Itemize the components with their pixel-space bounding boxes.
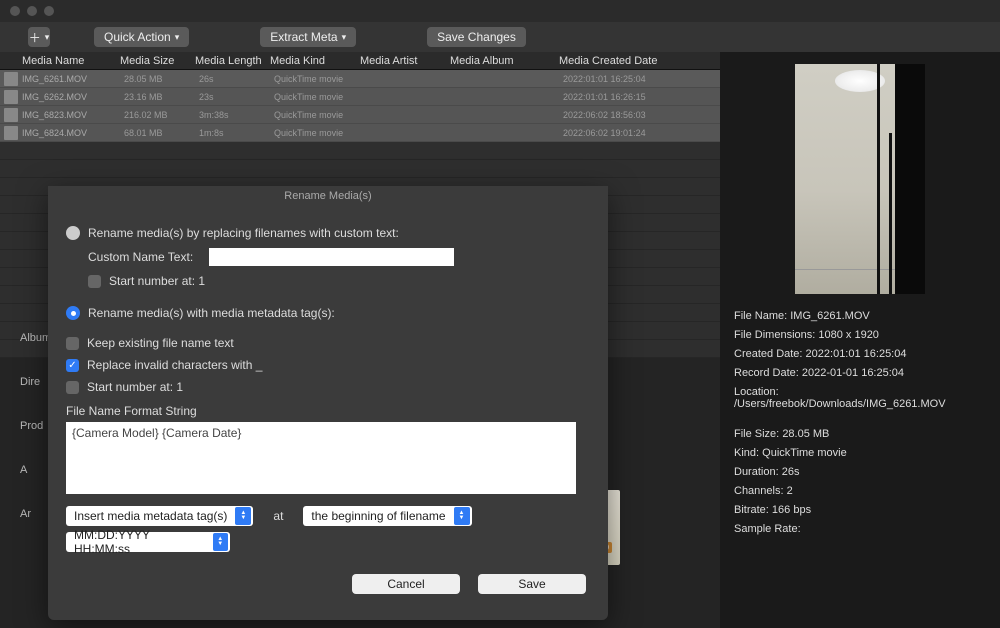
column-artist[interactable]: Media Artist	[360, 55, 450, 67]
info-bitrate: Bitrate: 166 bps	[734, 504, 986, 516]
table-header: Media Name Media Size Media Length Media…	[0, 52, 720, 70]
close-window-icon[interactable]	[10, 6, 20, 16]
media-list-pane: Media Name Media Size Media Length Media…	[0, 52, 720, 628]
media-thumb-icon	[4, 90, 18, 104]
label-a: A	[20, 464, 51, 476]
table-row[interactable]: IMG_6262.MOV 23.16 MB 23s QuickTime movi…	[0, 88, 720, 106]
at-label: at	[273, 509, 283, 523]
quick-action-button[interactable]: Quick Action▾	[94, 27, 189, 47]
select-arrows-icon: ▲▼	[454, 507, 470, 525]
format-string-label: File Name Format String	[66, 404, 590, 418]
column-kind[interactable]: Media Kind	[270, 55, 360, 67]
zoom-window-icon[interactable]	[44, 6, 54, 16]
format-string-input[interactable]: {Camera Model} {Camera Date}	[66, 422, 576, 494]
table-row[interactable]: IMG_6824.MOV 68.01 MB 1m:8s QuickTime mo…	[0, 124, 720, 142]
select-arrows-icon: ▲▼	[213, 533, 228, 551]
checkbox-start-number-2[interactable]	[66, 381, 79, 394]
side-labels: Album Dire Prod A Ar	[20, 332, 51, 520]
column-size[interactable]: Media Size	[120, 55, 195, 67]
date-format-select[interactable]: MM:DD:YYYY HH:MM:ss ▲▼	[66, 532, 230, 552]
media-preview	[795, 64, 925, 294]
checkbox-label: Keep existing file name text	[87, 336, 234, 350]
info-duration: Duration: 26s	[734, 466, 986, 478]
toolbar: ＋▾ Quick Action▾ Extract Meta▾ Save Chan…	[0, 22, 1000, 52]
column-name[interactable]: Media Name	[0, 55, 120, 67]
position-select[interactable]: the beginning of filename ▲▼	[303, 506, 471, 526]
chevron-down-icon: ▾	[45, 32, 50, 43]
select-arrows-icon: ▲▼	[235, 507, 251, 525]
table-row[interactable]: IMG_6261.MOV 28.05 MB 26s QuickTime movi…	[0, 70, 720, 88]
table-row[interactable]: IMG_6823.MOV 216.02 MB 3m:38s QuickTime …	[0, 106, 720, 124]
info-record: Record Date: 2022-01-01 16:25:04	[734, 367, 986, 379]
window-titlebar	[0, 0, 1000, 22]
custom-name-input[interactable]	[209, 248, 454, 266]
label-dire: Dire	[20, 376, 51, 388]
info-sample-rate: Sample Rate:	[734, 523, 986, 535]
column-created[interactable]: Media Created Date	[555, 55, 720, 67]
chevron-down-icon: ▾	[175, 32, 180, 43]
column-length[interactable]: Media Length	[195, 55, 270, 67]
radio-replace-filenames[interactable]	[66, 226, 80, 240]
checkbox-label: Replace invalid characters with _	[87, 358, 262, 372]
custom-name-label: Custom Name Text:	[88, 250, 193, 264]
info-kind: Kind: QuickTime movie	[734, 447, 986, 459]
checkbox-keep-existing[interactable]	[66, 337, 79, 350]
info-location: Location: /Users/freebok/Downloads/IMG_6…	[734, 386, 986, 410]
rename-media-dialog: Rename Media(s) Rename media(s) by repla…	[48, 186, 608, 620]
info-created: Created Date: 2022:01:01 16:25:04	[734, 348, 986, 360]
radio-label: Rename media(s) by replacing filenames w…	[88, 226, 399, 240]
dialog-title: Rename Media(s)	[48, 186, 608, 206]
info-dimensions: File Dimensions: 1080 x 1920	[734, 329, 986, 341]
column-album[interactable]: Media Album	[450, 55, 555, 67]
checkbox-label: Start number at: 1	[87, 380, 183, 394]
checkbox-label: Start number at: 1	[109, 274, 205, 288]
label-album: Album	[20, 332, 51, 344]
info-size: File Size: 28.05 MB	[734, 428, 986, 440]
checkbox-replace-invalid[interactable]: ✓	[66, 359, 79, 372]
extract-meta-button[interactable]: Extract Meta▾	[260, 27, 356, 47]
save-button[interactable]: Save	[478, 574, 586, 594]
add-button[interactable]: ＋▾	[28, 27, 50, 47]
minimize-window-icon[interactable]	[27, 6, 37, 16]
label-ar: Ar	[20, 508, 51, 520]
media-thumb-icon	[4, 108, 18, 122]
save-changes-button[interactable]: Save Changes	[427, 27, 526, 47]
checkbox-start-number-1[interactable]	[88, 275, 101, 288]
chevron-down-icon: ▾	[342, 32, 347, 43]
label-prod: Prod	[20, 420, 51, 432]
info-channels: Channels: 2	[734, 485, 986, 497]
info-file-name: File Name: IMG_6261.MOV	[734, 310, 986, 322]
insert-metadata-select[interactable]: Insert media metadata tag(s) ▲▼	[66, 506, 253, 526]
info-panel: File Name: IMG_6261.MOV File Dimensions:…	[720, 52, 1000, 628]
media-thumb-icon	[4, 126, 18, 140]
radio-label: Rename media(s) with media metadata tag(…	[88, 306, 335, 320]
cancel-button[interactable]: Cancel	[352, 574, 460, 594]
radio-metadata-tags[interactable]	[66, 306, 80, 320]
media-thumb-icon	[4, 72, 18, 86]
